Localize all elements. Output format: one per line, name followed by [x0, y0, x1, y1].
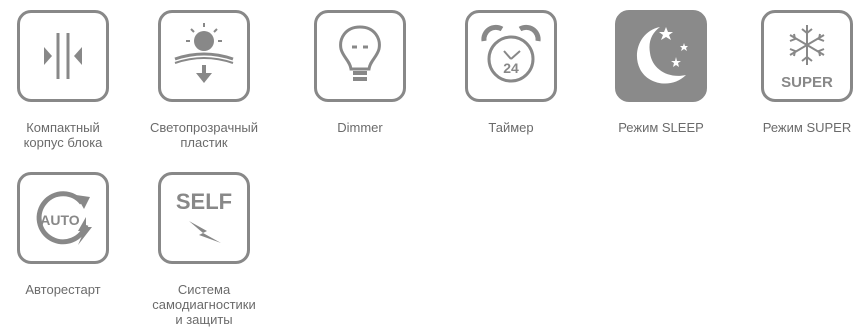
- compact-body-icon: [17, 10, 109, 102]
- autorestart-icon: AUTO: [17, 172, 109, 264]
- self-text: SELF: [176, 189, 232, 214]
- feature-label: Режим SUPER: [762, 120, 852, 135]
- self-diagnostics-icon: SELF: [158, 172, 250, 264]
- timer-24-text: 24: [503, 60, 519, 76]
- feature-label: Авторестарт: [25, 282, 101, 297]
- feature-label: Dimmer: [337, 120, 383, 135]
- feature-label: Компактный корпус блока: [23, 120, 103, 150]
- sleep-moon-icon: [615, 10, 707, 102]
- super-snowflake-icon: SUPER: [761, 10, 853, 102]
- auto-text: AUTO: [40, 212, 80, 228]
- translucent-plastic-icon: [158, 10, 250, 102]
- feature-label: Таймер: [488, 120, 534, 135]
- feature-label: Светопрозрачный пластик: [149, 120, 259, 150]
- super-text: SUPER: [781, 74, 833, 91]
- feature-label: Режим SLEEP: [618, 120, 704, 135]
- feature-label: Система самодиагностики и защиты: [152, 282, 256, 327]
- dimmer-lightbulb-icon: [314, 10, 406, 102]
- timer-alarm-clock-icon: 24: [465, 10, 557, 102]
